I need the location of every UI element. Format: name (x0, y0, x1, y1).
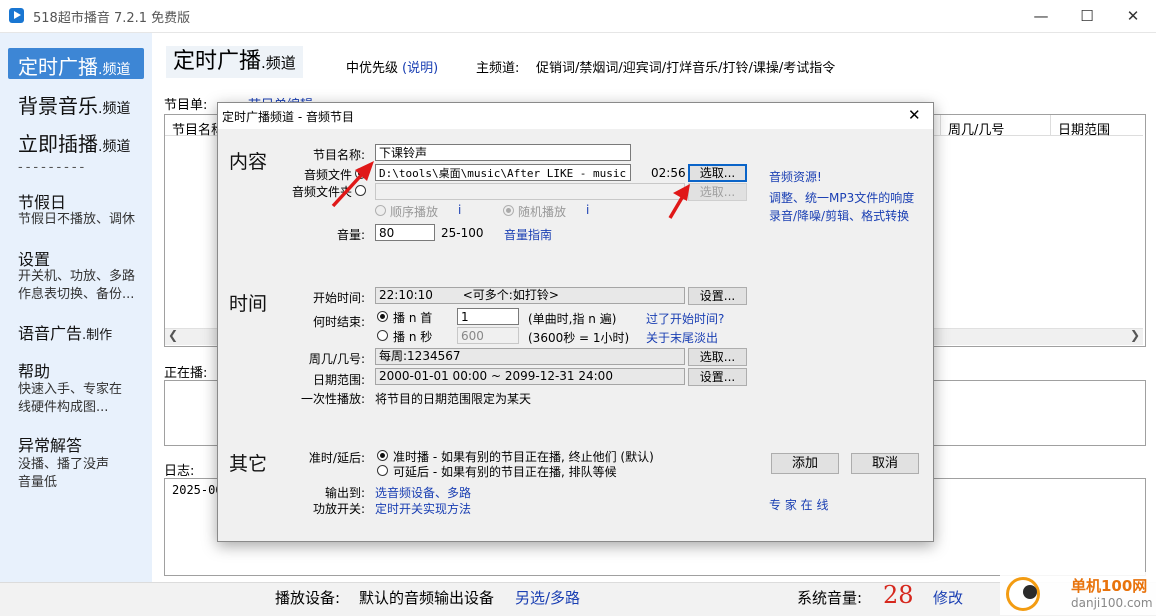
red-arrow-icon (668, 184, 690, 219)
annotation-arrows (331, 161, 690, 219)
red-arrow-icon (331, 161, 374, 208)
